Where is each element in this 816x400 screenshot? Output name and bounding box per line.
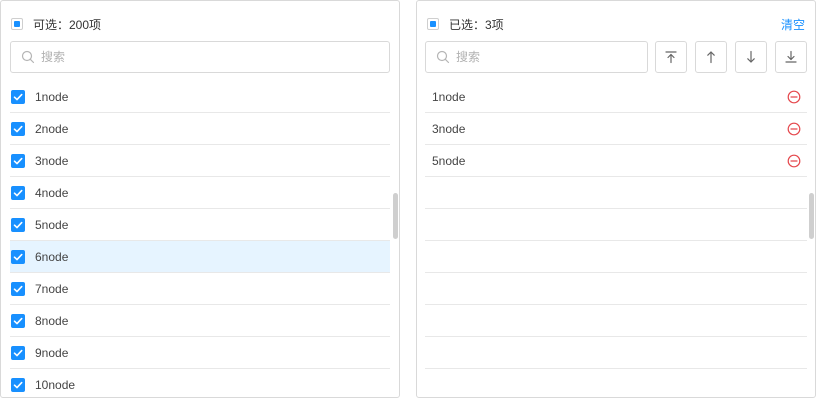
remove-circle-icon[interactable]	[787, 122, 801, 136]
empty-row	[425, 305, 807, 337]
list-item[interactable]: 3node	[10, 145, 390, 177]
list-item-label: 4node	[35, 185, 69, 200]
list-item-label: 1node	[35, 89, 69, 104]
list-item-label: 9node	[35, 345, 69, 360]
list-item-label: 6node	[35, 249, 69, 264]
checkbox-checked-icon[interactable]	[11, 281, 25, 296]
selected-list-scrollbar[interactable]	[809, 193, 814, 239]
list-item-label: 1node	[432, 89, 466, 104]
list-item-label: 7node	[35, 281, 69, 296]
empty-row	[425, 177, 807, 209]
available-count: 可选：200项	[33, 17, 102, 32]
checkbox-checked-icon[interactable]	[11, 313, 25, 328]
list-item[interactable]: 1node	[425, 81, 807, 113]
empty-row	[425, 273, 807, 305]
available-search-input[interactable]	[41, 50, 389, 64]
selected-panel: 已选：3项 清空 搜索 1node 3node 5node	[416, 0, 816, 398]
selected-header: 已选：3项 清空	[427, 13, 805, 35]
list-item-label: 3node	[35, 153, 69, 168]
select-all-selected-checkbox[interactable]	[427, 18, 439, 30]
list-item[interactable]: 10node	[10, 369, 390, 397]
remove-circle-icon[interactable]	[787, 90, 801, 104]
list-item[interactable]: 6node	[10, 241, 390, 273]
selected-search-box[interactable]	[425, 41, 648, 73]
list-item[interactable]: 7node	[10, 273, 390, 305]
selected-count: 已选：3项	[449, 17, 504, 32]
list-item[interactable]: 8node	[10, 305, 390, 337]
arrow-to-top-icon	[665, 51, 677, 64]
checkbox-checked-icon[interactable]	[11, 217, 25, 232]
checkbox-checked-icon[interactable]	[11, 345, 25, 360]
move-down-button[interactable]	[735, 41, 767, 73]
move-up-button[interactable]	[695, 41, 727, 73]
checkbox-checked-icon[interactable]	[11, 378, 25, 392]
list-item-label: 3node	[432, 121, 466, 136]
list-item[interactable]: 4node	[10, 177, 390, 209]
empty-row	[425, 369, 807, 397]
move-to-bottom-button[interactable]	[775, 41, 807, 73]
list-item-label: 5node	[432, 153, 466, 168]
list-item[interactable]: 5node	[10, 209, 390, 241]
search-icon	[436, 50, 450, 64]
empty-row	[425, 241, 807, 273]
selected-list: 1node 3node 5node	[425, 81, 807, 397]
list-item[interactable]: 5node	[425, 145, 807, 177]
checkbox-checked-icon[interactable]	[11, 89, 25, 104]
search-icon	[21, 50, 35, 64]
available-header: 可选：200项	[11, 13, 389, 35]
clear-button[interactable]: 清空	[781, 16, 805, 33]
empty-row	[425, 337, 807, 369]
move-to-top-button[interactable]	[655, 41, 687, 73]
checkbox-checked-icon[interactable]	[11, 121, 25, 136]
list-item-label: 8node	[35, 313, 69, 328]
available-list: 1node 2node 3node 4node 5node 6node 7nod…	[10, 81, 390, 397]
available-search-box[interactable]	[10, 41, 390, 73]
list-item-label: 10node	[35, 378, 76, 392]
checkbox-checked-icon[interactable]	[11, 185, 25, 200]
selected-search-input[interactable]	[456, 50, 647, 64]
list-item[interactable]: 2node	[10, 113, 390, 145]
list-item-label: 2node	[35, 121, 69, 136]
checkbox-checked-icon[interactable]	[11, 153, 25, 168]
list-item[interactable]: 1node	[10, 81, 390, 113]
list-item[interactable]: 3node	[425, 113, 807, 145]
available-panel: 可选：200项 1node 2node	[0, 0, 400, 398]
arrow-to-bottom-icon	[785, 50, 797, 63]
list-item-label: 5node	[35, 217, 69, 232]
empty-row	[425, 209, 807, 241]
list-item[interactable]: 9node	[10, 337, 390, 369]
select-all-checkbox[interactable]	[11, 18, 23, 30]
arrow-up-icon	[707, 51, 715, 64]
remove-circle-icon[interactable]	[787, 154, 801, 168]
checkbox-checked-icon[interactable]	[11, 249, 25, 264]
available-list-scrollbar[interactable]	[393, 193, 398, 239]
arrow-down-icon	[747, 50, 755, 63]
